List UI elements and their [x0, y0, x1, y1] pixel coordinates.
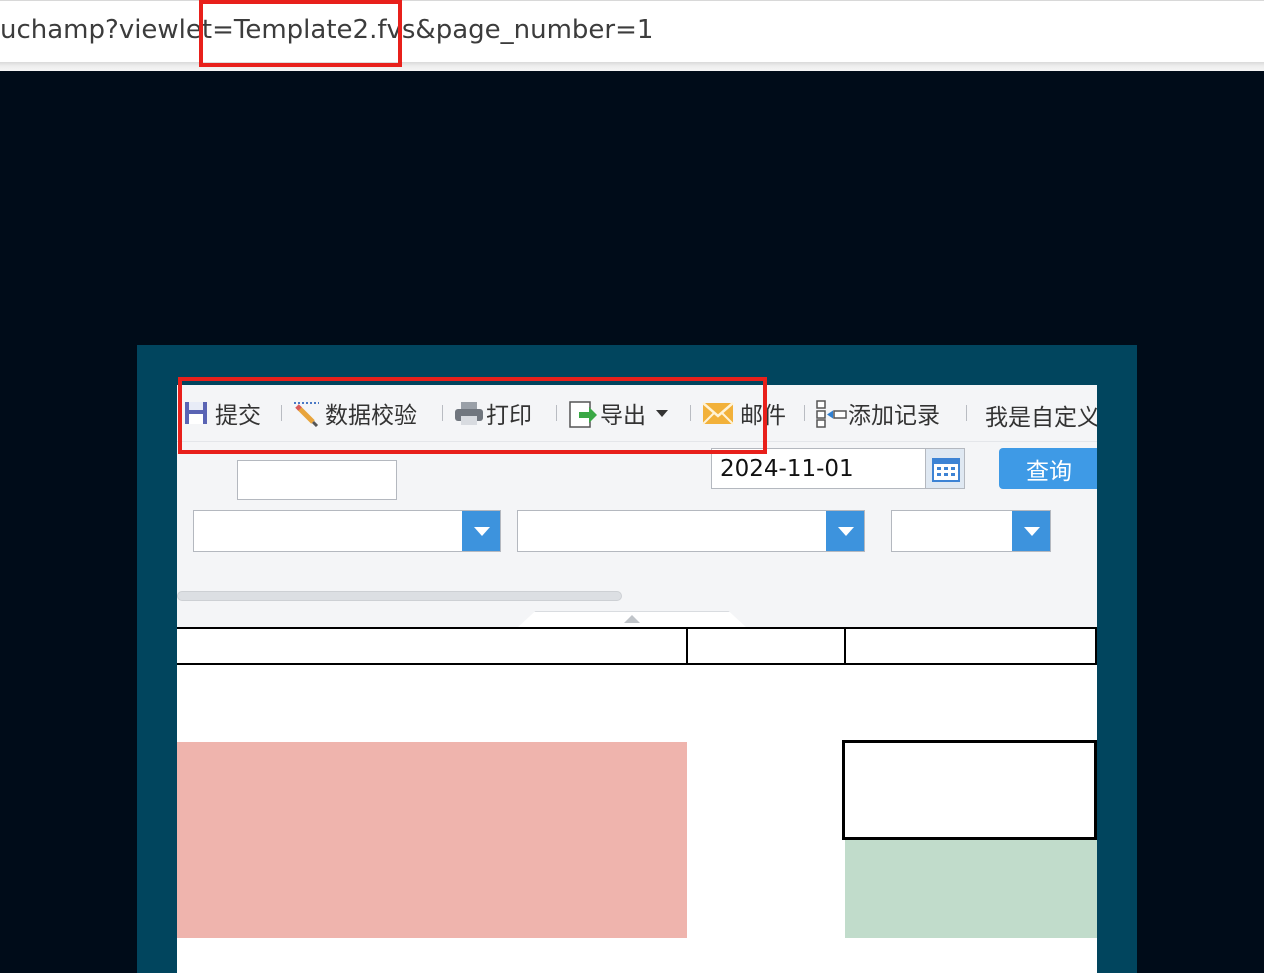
column-divider — [844, 627, 846, 665]
custom-button[interactable]: 我是自定义 — [985, 397, 1097, 433]
toolbar-separator — [556, 405, 557, 421]
data-validate-label: 数据校验 — [325, 403, 417, 429]
add-record-button[interactable]: 添加记录 — [816, 395, 940, 431]
pencil-icon — [293, 399, 321, 428]
data-validate-button[interactable]: 数据校验 — [293, 395, 417, 431]
export-button[interactable]: 导出 — [568, 395, 668, 431]
address-bar[interactable]: uchamp?viewlet=Template2.fvs&page_number… — [0, 0, 1264, 63]
toolbar-separator — [690, 405, 691, 421]
report-container: 提交 数据校验 打印 导出 邮件 添加记录 我是自定义 2024-11-01 查… — [177, 385, 1097, 973]
dropdown-arrow-icon[interactable] — [826, 511, 864, 551]
date-value: 2024-11-01 — [720, 456, 854, 482]
dropdown-arrow-icon[interactable] — [462, 511, 500, 551]
address-bar-border — [0, 62, 1264, 71]
custom-label: 我是自定义 — [985, 405, 1097, 431]
export-label: 导出 — [600, 403, 646, 429]
combo-box-2[interactable] — [517, 510, 865, 552]
dropdown-arrow-icon[interactable] — [1012, 511, 1050, 551]
submit-button[interactable]: 提交 — [183, 395, 261, 431]
printer-icon — [454, 399, 483, 427]
calendar-button[interactable] — [925, 448, 965, 489]
mail-button[interactable]: 邮件 — [702, 395, 786, 431]
add-record-icon — [816, 399, 847, 428]
parameter-panel: 2024-11-01 查询 — [177, 442, 1097, 628]
toolbar-separator — [966, 405, 967, 421]
report-cell-red — [177, 742, 687, 938]
calendar-icon — [932, 456, 960, 486]
collapse-panel-toggle[interactable] — [517, 611, 747, 628]
column-divider — [686, 627, 688, 665]
combo-box-3[interactable] — [891, 510, 1051, 552]
report-toolbar: 提交 数据校验 打印 导出 邮件 添加记录 我是自定义 — [177, 385, 1097, 442]
print-label: 打印 — [486, 403, 532, 429]
print-button[interactable]: 打印 — [454, 395, 532, 431]
column-divider — [1095, 627, 1097, 665]
toolbar-separator — [804, 405, 805, 421]
report-header-row — [177, 627, 1097, 665]
report-cell-green — [845, 838, 1097, 938]
submit-label: 提交 — [215, 403, 261, 429]
query-button[interactable]: 查询 — [999, 448, 1097, 489]
add-record-label: 添加记录 — [848, 403, 940, 429]
report-cell-outlined[interactable] — [842, 740, 1097, 840]
toolbar-separator — [281, 405, 282, 421]
save-icon — [183, 399, 211, 427]
horizontal-scrollbar[interactable] — [177, 591, 622, 601]
text-input[interactable] — [237, 460, 397, 500]
date-input[interactable]: 2024-11-01 — [711, 448, 927, 489]
query-label: 查询 — [1026, 458, 1072, 485]
toolbar-separator — [442, 405, 443, 421]
url-text[interactable]: uchamp?viewlet=Template2.fvs&page_number… — [0, 15, 653, 45]
export-icon — [568, 399, 597, 428]
chevron-down-icon — [656, 409, 668, 417]
combo-box-1[interactable] — [193, 510, 501, 552]
mail-icon — [702, 399, 734, 427]
mail-label: 邮件 — [740, 403, 786, 429]
